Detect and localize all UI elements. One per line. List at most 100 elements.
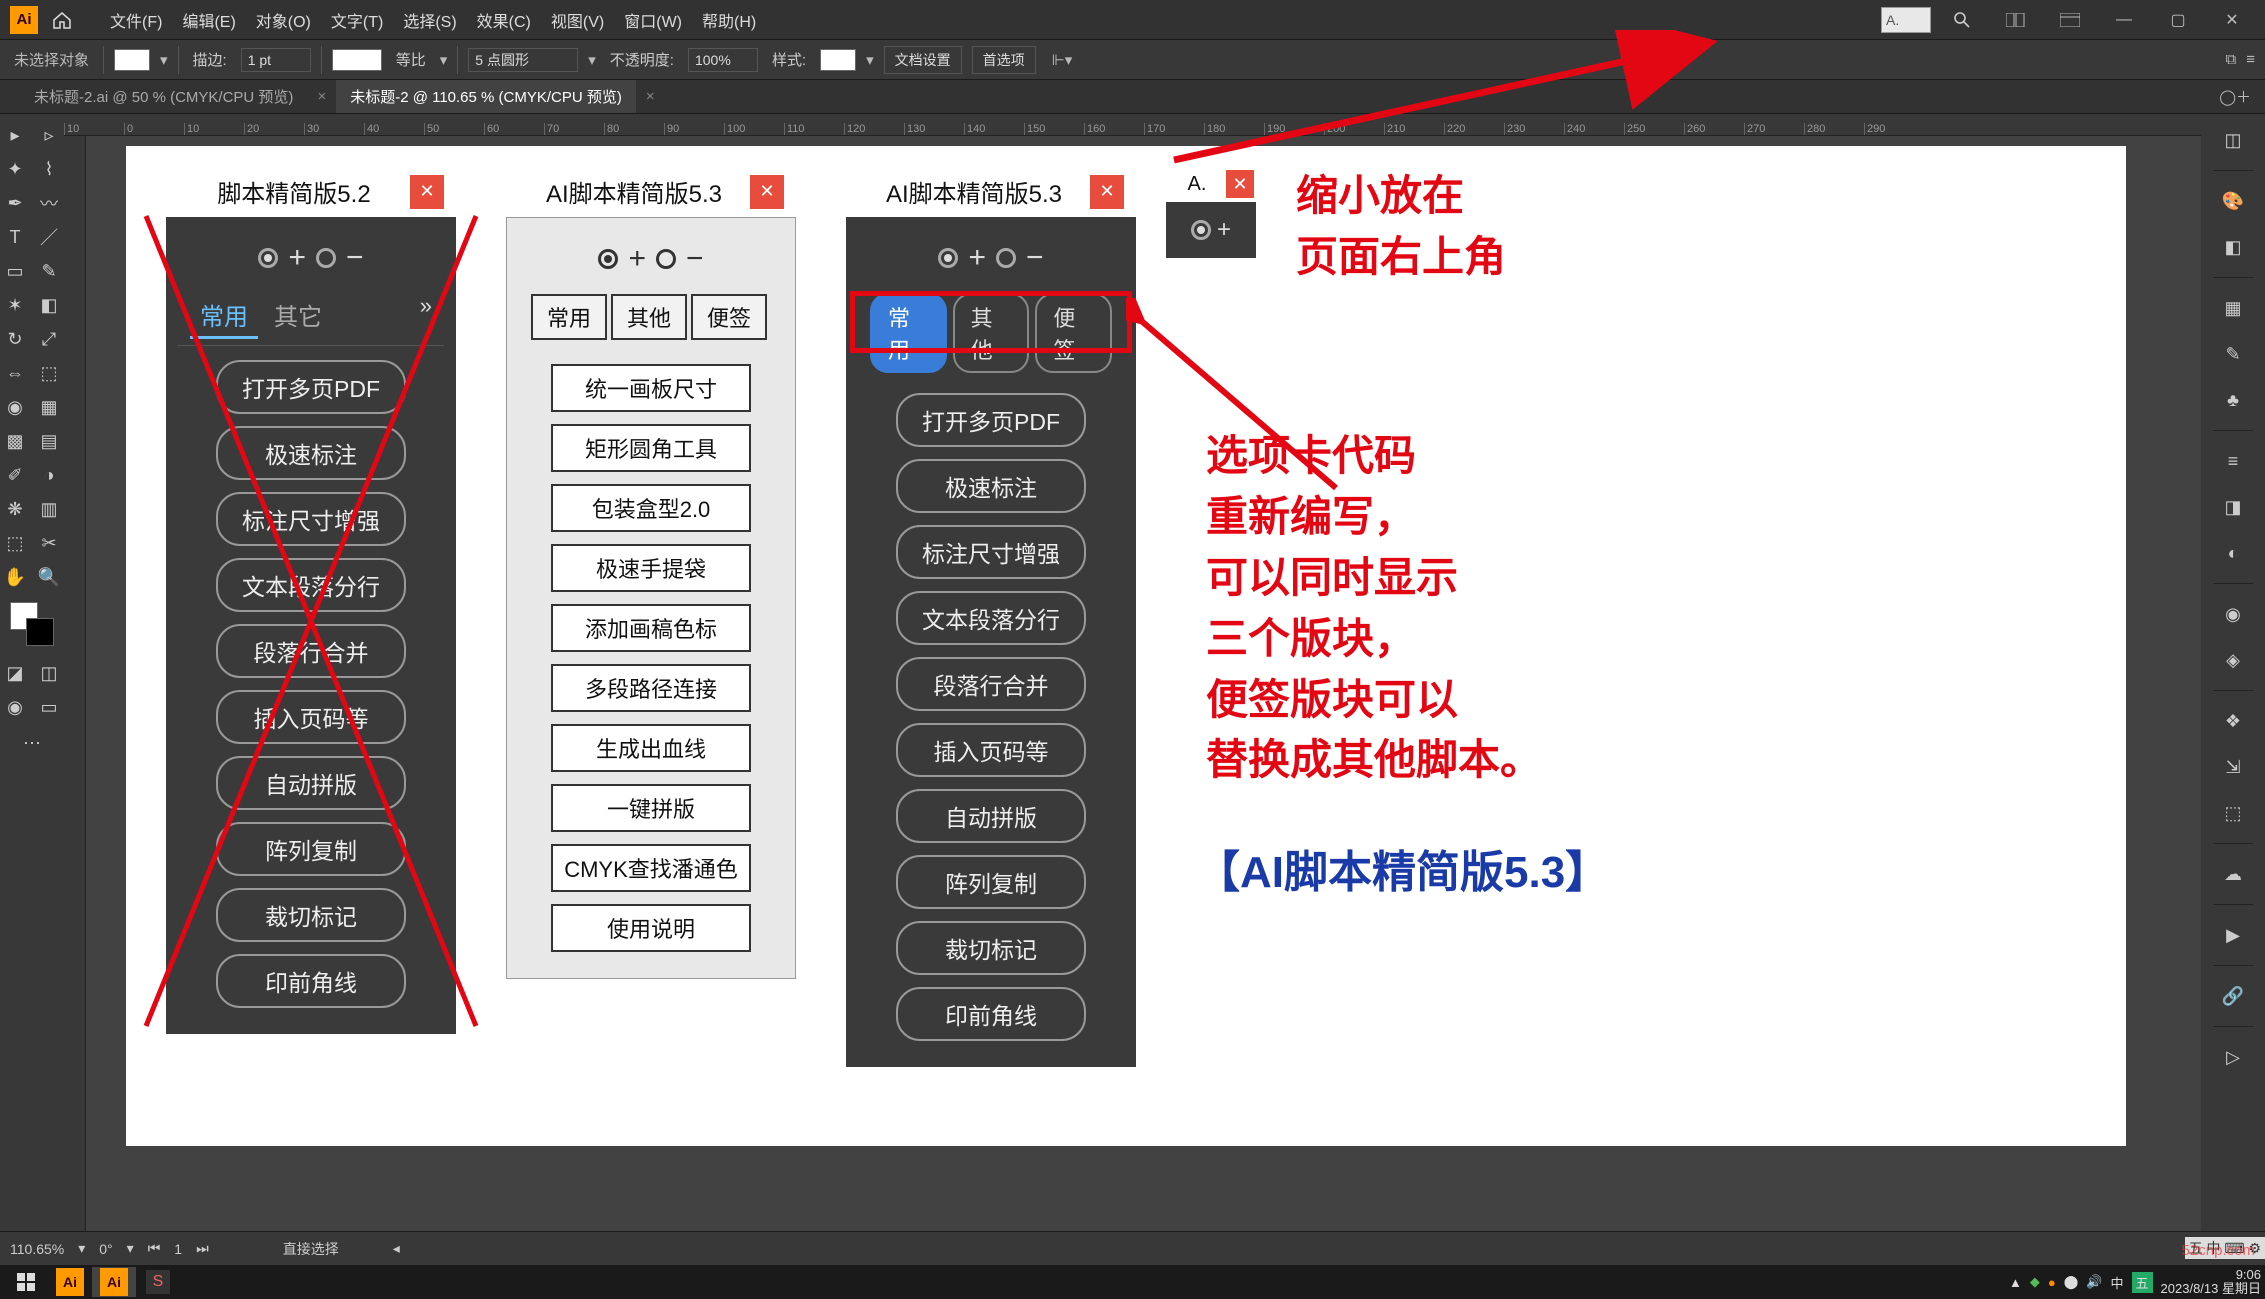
gradient-mode-icon[interactable]: ◫ (34, 658, 64, 688)
brushes-panel-icon[interactable]: ✎ (2215, 336, 2251, 372)
artboard-index[interactable]: 1 (174, 1241, 182, 1257)
script-button[interactable]: 极速标注 (896, 459, 1086, 513)
zoom-value[interactable]: 110.65% (10, 1241, 64, 1257)
script-button[interactable]: 段落行合并 (216, 624, 406, 678)
opacity-input[interactable] (688, 48, 758, 72)
script-button[interactable]: 插入页码等 (896, 723, 1086, 777)
script-button[interactable]: 印前角线 (896, 987, 1086, 1041)
tab-common[interactable]: 常用 (190, 293, 258, 339)
script-button[interactable]: 打开多页PDF (896, 393, 1086, 447)
brush-input[interactable] (468, 48, 578, 72)
menu-help[interactable]: 帮助(H) (692, 8, 766, 32)
doc-setup-button[interactable]: 文档设置 (884, 46, 962, 74)
radio-on-icon[interactable] (1191, 220, 1211, 240)
direct-selection-tool-icon[interactable]: ▹ (34, 120, 64, 150)
stroke-profile[interactable] (332, 49, 382, 71)
cloud-doc-icon[interactable]: ◯＋ (2219, 86, 2251, 107)
radio-on-icon[interactable] (258, 248, 278, 268)
graphic-styles-icon[interactable]: ◈ (2215, 642, 2251, 678)
script-button[interactable]: 使用说明 (551, 904, 751, 952)
lasso-tool-icon[interactable]: ⌇ (34, 154, 64, 184)
chevron-down-icon[interactable]: ▾ (440, 51, 448, 69)
menu-text[interactable]: 文字(T) (321, 8, 393, 32)
script-button[interactable]: 裁切标记 (896, 921, 1086, 975)
shaper-tool-icon[interactable]: ✶ (0, 290, 30, 320)
free-transform-icon[interactable]: ⬚ (34, 358, 64, 388)
script-button[interactable]: 一键拼版 (551, 784, 751, 832)
curvature-tool-icon[interactable]: 〰 (34, 188, 64, 218)
shape-builder-icon[interactable]: ◉ (0, 392, 30, 422)
menu-file[interactable]: 文件(F) (100, 8, 172, 32)
artboards-panel-icon[interactable]: ⬚ (2215, 795, 2251, 831)
graph-tool-icon[interactable]: ▥ (34, 494, 64, 524)
tray-lang-icon[interactable]: 五 (2132, 1272, 2153, 1293)
start-button[interactable] (4, 1267, 48, 1297)
chevron-down-icon[interactable]: ▾ (160, 51, 168, 69)
script-button[interactable]: 极速标注 (216, 426, 406, 480)
workspace-icon[interactable] (2047, 4, 2093, 36)
taskbar-ai-1[interactable]: Ai (48, 1267, 92, 1297)
script-button[interactable]: 插入页码等 (216, 690, 406, 744)
artboard-nav-prev-icon[interactable]: ⏮ (148, 1240, 161, 1257)
script-button[interactable]: 添加画稿色标 (551, 604, 751, 652)
rectangle-tool-icon[interactable]: ▭ (0, 256, 30, 286)
script-button[interactable]: 自动拼版 (216, 756, 406, 810)
script-button[interactable]: 段落行合并 (896, 657, 1086, 711)
script-button[interactable]: 生成出血线 (551, 724, 751, 772)
edit-toolbar-icon[interactable]: ⋯ (17, 728, 47, 758)
fill-swatch[interactable] (114, 49, 150, 71)
pen-tool-icon[interactable]: ✒ (0, 188, 30, 218)
magic-wand-tool-icon[interactable]: ✦ (0, 154, 30, 184)
script-button[interactable]: 文本段落分行 (216, 558, 406, 612)
tab-common[interactable]: 常用 (531, 294, 607, 340)
tray-icon[interactable]: ▲ (2009, 1275, 2022, 1290)
radio-off-icon[interactable] (316, 248, 336, 268)
script-button[interactable]: 标注尺寸增强 (896, 525, 1086, 579)
menu-object[interactable]: 对象(O) (246, 8, 321, 32)
maximize-button[interactable]: ▢ (2155, 4, 2201, 36)
draw-mode-icon[interactable]: ◉ (0, 692, 30, 722)
hand-tool-icon[interactable]: ✋ (0, 562, 30, 592)
preferences-button[interactable]: 首选项 (972, 46, 1036, 74)
minimize-button[interactable]: — (2101, 4, 2147, 36)
tab-other[interactable]: 其他 (611, 294, 687, 340)
chevron-down-icon[interactable]: ▾ (866, 51, 874, 69)
close-icon[interactable]: ✕ (1226, 170, 1254, 198)
script-button[interactable]: 自动拼版 (896, 789, 1086, 843)
clock-time[interactable]: 9:06 (2161, 1268, 2261, 1282)
radio-on-icon[interactable] (598, 249, 618, 269)
appearance-panel-icon[interactable]: ◉ (2215, 596, 2251, 632)
slice-tool-icon[interactable]: ✂ (34, 528, 64, 558)
script-button[interactable]: 阵列复制 (896, 855, 1086, 909)
radio-off-icon[interactable] (656, 249, 676, 269)
script-button[interactable]: 矩形圆角工具 (551, 424, 751, 472)
rotate-value[interactable]: 0° (99, 1241, 112, 1257)
tab-other[interactable]: 其他 (953, 293, 1030, 373)
radio-off-icon[interactable] (996, 248, 1016, 268)
close-button[interactable]: ✕ (2209, 4, 2255, 36)
line-tool-icon[interactable]: ／ (34, 222, 64, 252)
title-search-field[interactable]: A. (1881, 7, 1931, 33)
chevron-down-icon[interactable]: ▾ (588, 51, 596, 69)
script-button[interactable]: 裁切标记 (216, 888, 406, 942)
menu-select[interactable]: 选择(S) (393, 8, 466, 32)
mesh-tool-icon[interactable]: ▩ (0, 426, 30, 456)
chevron-down-icon[interactable]: ▾ (127, 1240, 134, 1257)
script-button[interactable]: 文本段落分行 (896, 591, 1086, 645)
menu-effect[interactable]: 效果(C) (467, 8, 541, 32)
script-button[interactable]: 打开多页PDF (216, 360, 406, 414)
search-icon[interactable] (1939, 4, 1985, 36)
swatches-panel-icon[interactable]: ▦ (2215, 290, 2251, 326)
script-button[interactable]: 阵列复制 (216, 822, 406, 876)
tab-other[interactable]: 其它 (264, 293, 332, 339)
width-tool-icon[interactable]: ⇔ (0, 358, 30, 388)
stroke-panel-icon[interactable]: ≡ (2215, 443, 2251, 479)
screen-mode-icon[interactable]: ▭ (34, 692, 64, 722)
menu-edit[interactable]: 编辑(E) (172, 8, 245, 32)
align-icon[interactable]: ⊩▾ (1052, 51, 1073, 69)
color-guide-icon[interactable]: ◧ (2215, 229, 2251, 265)
tab-notes[interactable]: 便签 (1035, 293, 1112, 373)
selection-tool-icon[interactable]: ▸ (0, 120, 30, 150)
gradient-panel-icon[interactable]: ◨ (2215, 489, 2251, 525)
libraries-panel-icon[interactable]: ☁ (2215, 856, 2251, 892)
